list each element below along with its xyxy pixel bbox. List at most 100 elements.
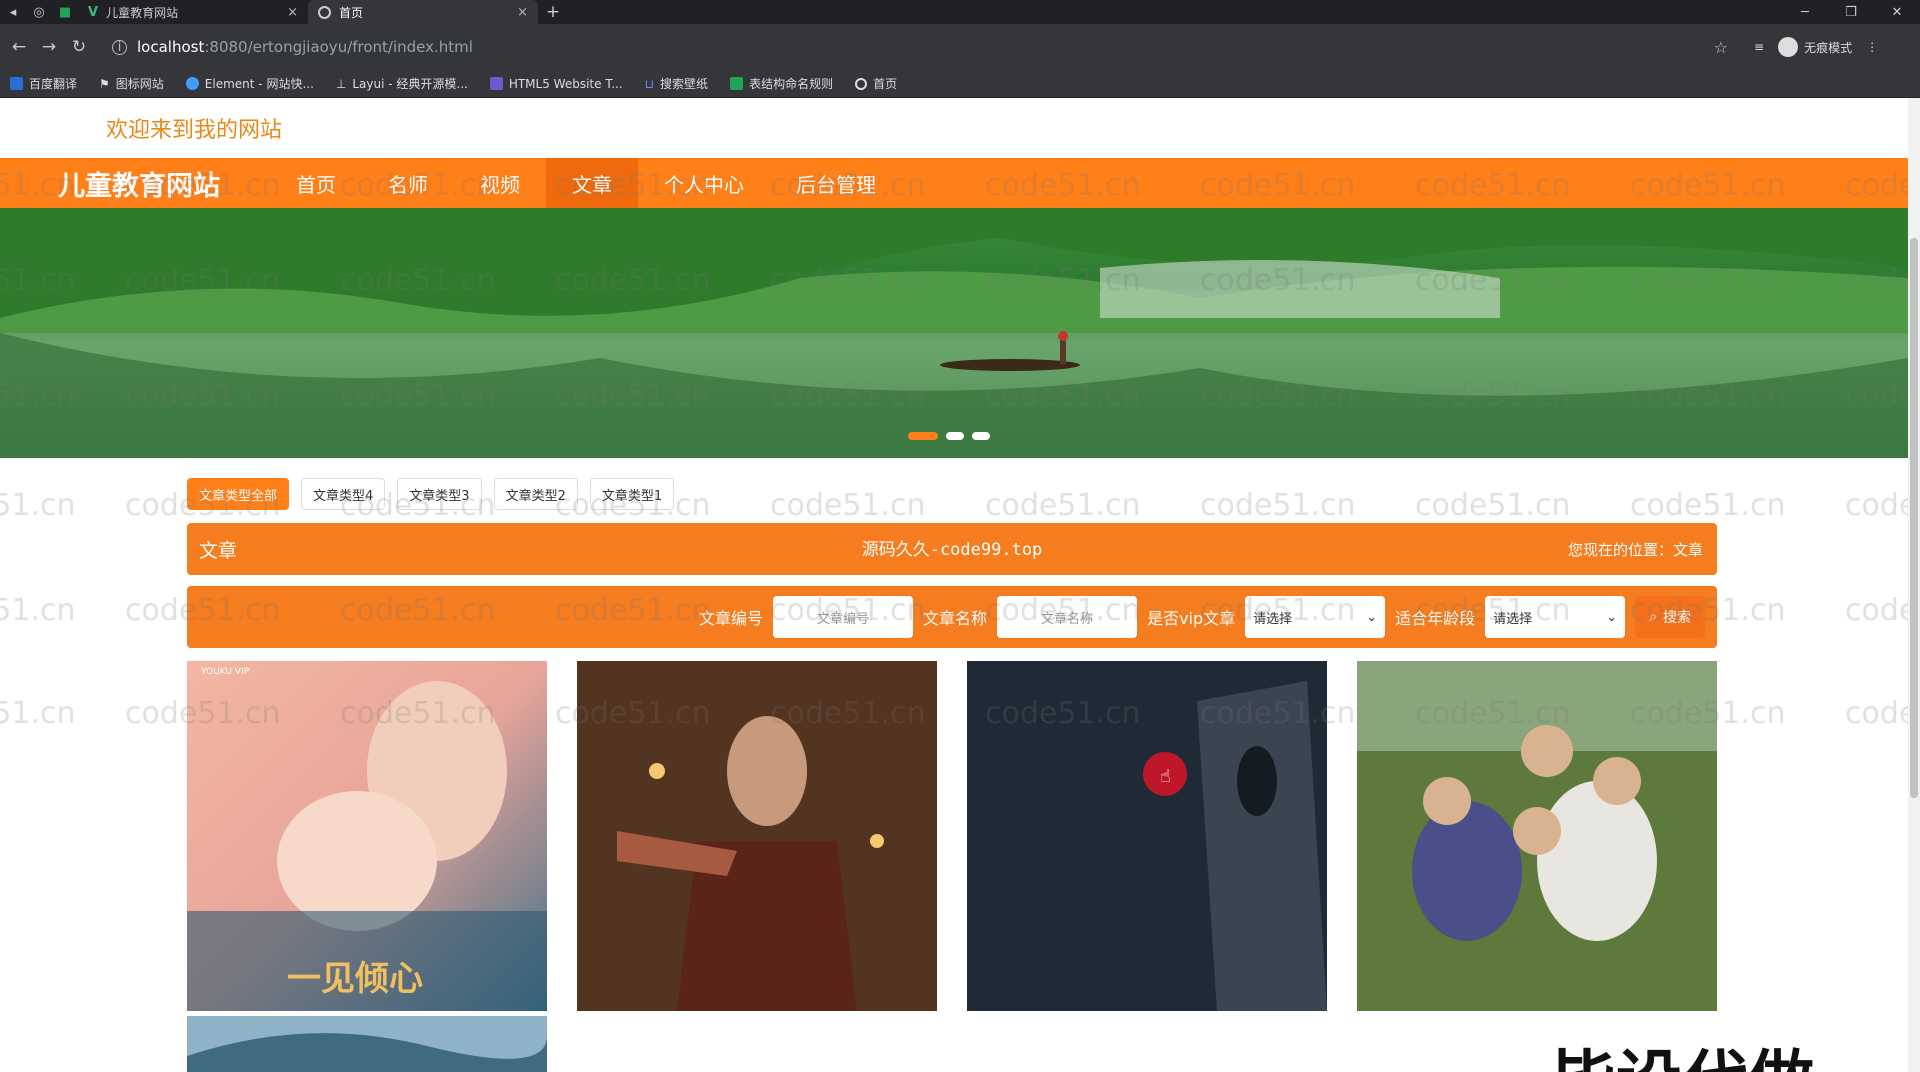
watermark-text: code51.cn [0,593,76,628]
type-tab-3[interactable]: 文章类型3 [397,478,482,510]
tab-title: 儿童教育网站 [106,5,179,20]
audio-icon[interactable]: ◂ [0,0,26,24]
bookmark-label: 百度翻译 [29,77,78,91]
nav-videos[interactable]: 视频 [454,158,546,208]
wallpaper-icon: ⊔ [644,76,655,91]
bookmark-label: 表结构命名规则 [749,77,834,91]
article-card[interactable] [1357,661,1717,1011]
site-title[interactable]: 儿童教育网站 [58,164,220,203]
browser-tab-site[interactable]: V 儿童教育网站 × [78,0,308,24]
globe-icon [318,5,331,19]
bookmark-item[interactable]: 首页 [855,75,897,92]
section-title-bar: 文章 源码久久-code99.top 您现在的位置：文章 [187,523,1717,575]
bookmark-label: Element - 网站快... [204,77,314,91]
bookmark-item[interactable]: ⊥ Layui - 经典开源模... [336,75,468,92]
article-id-label: 文章编号 [699,609,764,628]
incognito-label: 无痕模式 [1804,40,1853,55]
watermark-text: code51.cn [0,696,76,731]
globe-icon[interactable]: ◎ [26,0,52,24]
close-window-icon[interactable]: ✕ [1874,0,1920,24]
carousel-dots [908,432,990,440]
article-card[interactable] [967,661,1327,1011]
overlay-caption: 源码久久-code99.top [861,540,1043,560]
star-icon[interactable]: ☆ [1714,38,1728,57]
nav-profile[interactable]: 个人中心 [638,158,770,208]
carousel-dot[interactable] [972,432,990,440]
vip-label: 是否vip文章 [1147,609,1236,628]
article-cover [187,1016,547,1072]
flag-icon: ⚑ [99,76,110,91]
nav-admin[interactable]: 后台管理 [770,158,902,208]
minimize-icon[interactable]: ─ [1782,0,1828,24]
bookmark-item[interactable]: 表结构命名规则 [730,75,833,92]
chevron-down-icon: ⌄ [1366,609,1378,625]
menu-icon[interactable]: ⋮ [1866,40,1878,54]
vue-icon: V [88,4,99,20]
info-icon[interactable]: i [112,39,127,55]
bookmark-label: 首页 [873,77,898,91]
close-icon[interactable]: × [287,5,298,20]
bookmark-item[interactable]: 百度翻译 [10,75,77,92]
welcome-text: 欢迎来到我的网站 [106,118,283,143]
window-controls: ─ ❐ ✕ [1782,0,1920,24]
close-icon[interactable]: × [517,5,528,20]
reading-list-icon[interactable]: ≡ [1754,40,1764,54]
carousel-dot[interactable] [908,432,938,440]
sheet-icon [730,77,744,90]
bookmark-item[interactable]: Element - 网站快... [185,75,314,92]
cover-caption: 一见倾心 [287,959,423,999]
watermark-text: code51.cn [1415,488,1571,523]
type-tab-4[interactable]: 文章类型4 [301,478,386,510]
promo-stamp: 毕设代做 [1550,1028,1814,1072]
article-card[interactable] [187,1016,547,1072]
new-tab-button[interactable]: + [538,2,568,22]
article-id-input[interactable]: 文章编号 [773,596,914,638]
translate-icon [10,77,23,90]
type-tab-2[interactable]: 文章类型2 [493,478,578,510]
section-title: 文章 [199,539,238,562]
scroll-thumb[interactable] [1910,238,1918,798]
article-name-input[interactable]: 文章名称 [997,596,1138,638]
bookmark-item[interactable]: HTML5 Website T... [489,76,623,91]
hand-pointer-icon: ☝ [1160,766,1171,787]
page-scrollbar[interactable] [1908,98,1920,1072]
article-grid: YOUKU VIP 一见倾心 [187,661,1717,1072]
restore-icon[interactable]: ❐ [1828,0,1874,24]
vip-select-value: 请选择 [1253,611,1293,627]
nav-teachers[interactable]: 名师 [362,158,454,208]
age-select[interactable]: 请选择 ⌄ [1485,596,1626,638]
bookmarks-bar: 百度翻译 ⚑ 图标网站 Element - 网站快... ⊥ Layui - 经典开… [0,70,1920,98]
carousel-dot[interactable] [946,432,964,440]
type-tab-1[interactable]: 文章类型1 [589,478,675,510]
nav-home[interactable]: 首页 [270,158,362,208]
banner-carousel[interactable] [0,208,1908,458]
browser-tab-home[interactable]: 首页 × [308,0,538,24]
incognito-indicator[interactable]: 无痕模式 [1778,37,1852,57]
banner-image [0,208,1908,458]
forward-icon[interactable]: → [34,37,64,57]
vip-select[interactable]: 请选择 ⌄ [1245,596,1386,638]
type-tab-all[interactable]: 文章类型全部 [187,478,290,510]
bookmark-label: HTML5 Website T... [508,76,623,91]
back-icon[interactable]: ← [4,37,34,57]
bookmark-item[interactable]: ⚑ 图标网站 [99,75,164,92]
watermark-text: code51.cn [1845,593,1908,628]
html5-icon [489,77,503,90]
bookmark-label: 搜索壁纸 [660,77,709,91]
bookmark-label: Layui - 经典开源模... [352,77,468,91]
reload-icon[interactable]: ↻ [64,37,94,57]
article-cover [577,661,937,1011]
article-card[interactable]: YOUKU VIP 一见倾心 [187,661,547,1011]
search-button[interactable]: ⌕ 搜索 [1635,596,1705,638]
element-icon [185,77,199,90]
cover-badge: YOUKU VIP [201,667,250,677]
watermark-text: code51.cn [770,488,926,523]
type-filter-tabs: 文章类型全部 文章类型4 文章类型3 文章类型2 文章类型1 [187,478,675,510]
nav-articles[interactable]: 文章 [546,158,638,208]
article-card[interactable] [577,661,937,1011]
url-field[interactable]: i localhost:8080/ertongjiaoyu/front/inde… [102,31,1742,63]
bookmark-label: 图标网站 [115,77,164,91]
bookmark-item[interactable]: ⊔ 搜索壁纸 [645,75,708,92]
sheet-tab-icon[interactable]: ■ [52,0,78,24]
watermark-text: code51.cn [985,488,1141,523]
